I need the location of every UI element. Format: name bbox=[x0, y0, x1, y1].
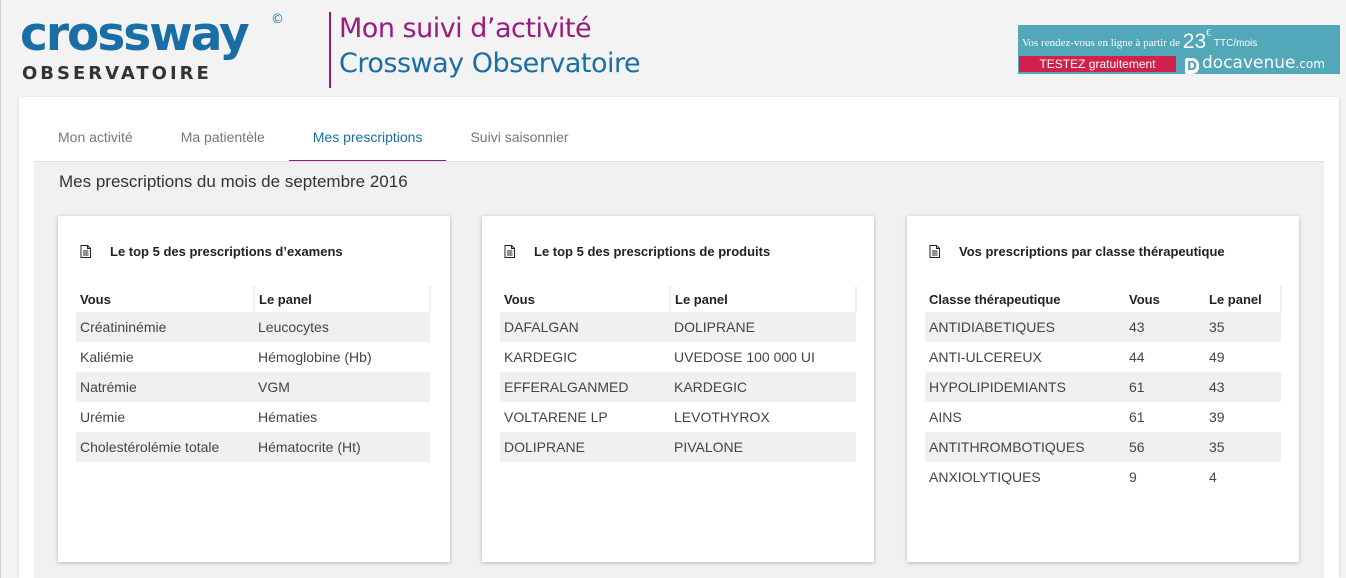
table-row: Cholestérolémie totale Hématocrite (Ht) bbox=[76, 432, 430, 462]
table-cell: 39 bbox=[1209, 409, 1225, 425]
tab-mon-activite[interactable]: Mon activité bbox=[34, 127, 157, 162]
card-title: Le top 5 des prescriptions d’examens bbox=[110, 243, 343, 259]
table-cell: VGM bbox=[254, 372, 430, 402]
table-cell: 35 bbox=[1205, 312, 1281, 342]
table-row: ANTIDIABETIQUES 43 35 bbox=[925, 312, 1281, 342]
table-row: DOLIPRANE PIVALONE bbox=[500, 432, 856, 462]
page-title: Mes prescriptions du mois de septembre 2… bbox=[59, 172, 408, 191]
logo-registered-mark: © bbox=[271, 12, 284, 27]
document-icon bbox=[504, 244, 515, 258]
card-classe-therapeutique: Vos prescriptions par classe thérapeutiq… bbox=[907, 216, 1299, 562]
table-cell: DOLIPRANE bbox=[670, 312, 856, 342]
table-cell: AINS bbox=[929, 409, 962, 425]
table-row: Urémie Hématies bbox=[76, 402, 430, 432]
ad-try-free-button[interactable]: TESTEZ gratuitement bbox=[1019, 56, 1176, 72]
table-cell: Natrémie bbox=[76, 372, 254, 402]
table-cell: 56 bbox=[1125, 432, 1205, 462]
table-cell: Hématies bbox=[258, 409, 318, 425]
table-cell: EFFERALGANMED bbox=[500, 372, 670, 402]
column-header: Le panel bbox=[670, 286, 857, 312]
table-cell: ANTIDIABETIQUES bbox=[925, 312, 1125, 342]
table-cell: 43 bbox=[1125, 312, 1205, 342]
table-row: AINS 61 39 bbox=[925, 402, 1281, 432]
table-cell: 61 bbox=[1125, 372, 1205, 402]
table-row: ANTITHROMBOTIQUES 56 35 bbox=[925, 432, 1281, 462]
docavenue-d-icon: D bbox=[1185, 58, 1199, 74]
table-cell: ANTI-ULCEREUX bbox=[929, 349, 1042, 365]
card-title: Le top 5 des prescriptions de produits bbox=[534, 243, 771, 259]
tab-ma-patientele[interactable]: Ma patientèle bbox=[157, 127, 289, 162]
header-subtitle: Crossway Observatoire bbox=[339, 48, 641, 79]
table-cell: 4 bbox=[1209, 469, 1217, 485]
table-cell: DOLIPRANE bbox=[500, 432, 670, 462]
table-row: Natrémie VGM bbox=[76, 372, 430, 402]
column-header: Le panel bbox=[1205, 286, 1282, 312]
card-header: Vos prescriptions par classe thérapeutiq… bbox=[929, 242, 1225, 260]
table-cell: Hémoglobine (Hb) bbox=[258, 349, 372, 365]
header-title: Mon suivi d’activité bbox=[339, 13, 592, 44]
table-cell: DAFALGAN bbox=[500, 312, 670, 342]
tab-bar: Mon activité Ma patientèle Mes prescript… bbox=[34, 127, 593, 162]
table-row: ANTI-ULCEREUX 44 49 bbox=[925, 342, 1281, 372]
column-header: Vous bbox=[500, 286, 671, 312]
docavenue-ad-banner[interactable]: Vos rendez-vous en ligne à partir de 23€… bbox=[1018, 25, 1340, 74]
logo-subtitle: OBSERVATOIRE bbox=[22, 63, 212, 84]
card-top5-examens: Le top 5 des prescriptions d’examens Vou… bbox=[58, 216, 450, 562]
tab-mes-prescriptions[interactable]: Mes prescriptions bbox=[288, 127, 447, 162]
tab-content: Mes prescriptions du mois de septembre 2… bbox=[34, 162, 1324, 578]
crossway-logo[interactable]: crossway © OBSERVATOIRE bbox=[20, 8, 300, 88]
table-cell: UVEDOSE 100 000 UI bbox=[674, 349, 815, 365]
table-cell: KARDEGIC bbox=[670, 372, 856, 402]
table-cell: Kaliémie bbox=[80, 349, 134, 365]
table-cell: ANXIOLYTIQUES bbox=[929, 469, 1041, 485]
main-panel: Mon activité Ma patientèle Mes prescript… bbox=[19, 97, 1339, 578]
document-icon bbox=[80, 244, 91, 258]
ad-currency: € bbox=[1206, 28, 1212, 39]
card-header: Le top 5 des prescriptions de produits bbox=[504, 242, 770, 260]
table-cell: PIVALONE bbox=[670, 432, 856, 462]
card-header: Le top 5 des prescriptions d’examens bbox=[80, 242, 343, 260]
document-icon bbox=[929, 244, 940, 258]
card-title: Vos prescriptions par classe thérapeutiq… bbox=[959, 243, 1225, 259]
table-cell: VOLTARENE LP bbox=[504, 409, 608, 425]
column-header: Vous bbox=[1129, 291, 1160, 307]
table-row: VOLTARENE LP LEVOTHYROX bbox=[500, 402, 856, 432]
table-row: EFFERALGANMED KARDEGIC bbox=[500, 372, 856, 402]
column-header: Classe thérapeutique bbox=[929, 291, 1061, 307]
table-cell: Hématocrite (Ht) bbox=[254, 432, 430, 462]
table-cell: 9 bbox=[1129, 469, 1137, 485]
table-cell: KARDEGIC bbox=[504, 349, 578, 365]
column-header: Le panel bbox=[254, 286, 431, 312]
tab-suivi-saisonnier[interactable]: Suivi saisonnier bbox=[446, 127, 592, 162]
table-cell: 49 bbox=[1209, 349, 1225, 365]
table-row: DAFALGAN DOLIPRANE bbox=[500, 312, 856, 342]
table-cell: ANTITHROMBOTIQUES bbox=[925, 432, 1125, 462]
examens-table: Vous Le panel Créatininémie Leucocytes Ka… bbox=[76, 286, 431, 462]
docavenue-logo[interactable]: Ddocavenue.com bbox=[1185, 53, 1325, 74]
ad-text: Vos rendez-vous en ligne à partir de 23€… bbox=[1022, 28, 1258, 53]
produits-table: Vous Le panel DAFALGAN DOLIPRANE KARDEGIC… bbox=[500, 286, 857, 462]
table-cell: 61 bbox=[1129, 409, 1145, 425]
card-top5-produits: Le top 5 des prescriptions de produits V… bbox=[482, 216, 874, 562]
table-row: ANXIOLYTIQUES 9 4 bbox=[925, 462, 1281, 492]
ad-price-suffix: TTC/mois bbox=[1213, 38, 1258, 49]
table-cell: Urémie bbox=[80, 409, 126, 425]
table-cell: Cholestérolémie totale bbox=[76, 432, 254, 462]
table-row: Kaliémie Hémoglobine (Hb) bbox=[76, 342, 430, 372]
table-cell: Leucocytes bbox=[254, 312, 430, 342]
table-cell: 35 bbox=[1205, 432, 1281, 462]
table-row: HYPOLIPIDEMIANTS 61 43 bbox=[925, 372, 1281, 402]
table-cell: Créatininémie bbox=[76, 312, 254, 342]
table-row: Créatininémie Leucocytes bbox=[76, 312, 430, 342]
classe-therapeutique-table: Classe thérapeutique Vous Le panel ANTID… bbox=[925, 286, 1282, 492]
table-cell: 44 bbox=[1129, 349, 1145, 365]
page-header: Mon suivi d’activité Crossway Observatoi… bbox=[329, 12, 641, 88]
logo-wordmark: crossway bbox=[20, 7, 250, 62]
table-row: KARDEGIC UVEDOSE 100 000 UI bbox=[500, 342, 856, 372]
table-cell: 43 bbox=[1205, 372, 1281, 402]
table-cell: LEVOTHYROX bbox=[674, 409, 770, 425]
ad-price: 23 bbox=[1182, 30, 1207, 53]
table-cell: HYPOLIPIDEMIANTS bbox=[925, 372, 1125, 402]
column-header: Vous bbox=[76, 286, 255, 312]
